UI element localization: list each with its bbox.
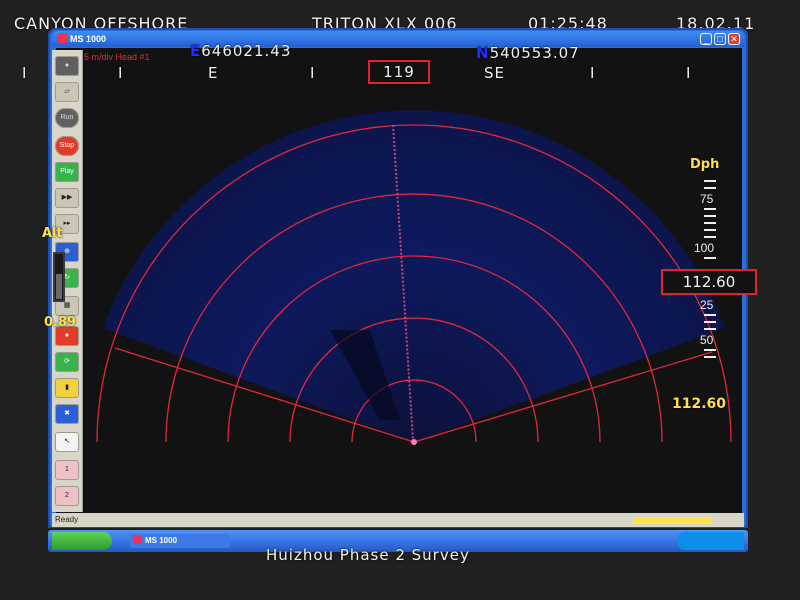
depth-scale: 75 100 <box>694 180 716 264</box>
page-icon: 2 <box>65 492 69 499</box>
eraser-button[interactable]: ▱ <box>55 82 79 102</box>
grid-icon: ▦ <box>63 302 71 309</box>
status-indicator <box>634 517 712 524</box>
depth-current-box: 112.60 <box>661 269 757 295</box>
page2-button[interactable]: 2 <box>55 486 79 506</box>
depth-tick-label: 50 <box>700 333 714 347</box>
camera-button[interactable]: ● <box>55 56 79 76</box>
page1-button[interactable]: 1 <box>55 460 79 480</box>
depth-tick <box>704 257 716 259</box>
depth-tick <box>704 314 716 316</box>
depth-scale-lower: 25 50 <box>700 298 716 363</box>
fast-forward-icon: ▶▶ <box>61 194 73 201</box>
cycle-button[interactable]: ⟳ <box>55 352 79 372</box>
start-button[interactable] <box>52 532 112 550</box>
altimeter-value: 0.89 <box>44 315 77 330</box>
taskbar-app-button[interactable]: MS 1000 <box>130 534 230 548</box>
taskbar-app-label: MS 1000 <box>145 536 178 545</box>
pointer-icon: ↖ <box>64 438 70 445</box>
depth-tick-label: 100 <box>694 241 715 255</box>
camera-icon: ● <box>64 62 70 69</box>
fast-forward-button[interactable]: ▶▶ <box>55 188 79 208</box>
depth-tick <box>704 328 716 330</box>
depth-tick <box>704 349 716 351</box>
app-icon <box>134 535 142 543</box>
play-button[interactable]: Play <box>55 162 79 182</box>
system-tray <box>678 532 744 550</box>
cycle-icon: ⟳ <box>64 358 70 365</box>
depth-tick <box>704 208 716 210</box>
run-button[interactable]: Run <box>55 108 79 128</box>
altimeter-fill <box>56 273 62 299</box>
depth-tick-label: 75 <box>700 192 714 206</box>
survey-caption: Huizhou Phase 2 Survey <box>266 546 470 564</box>
page-icon: 1 <box>65 466 69 473</box>
depth-tick-label: 25 <box>700 298 714 312</box>
depth-tick <box>704 356 716 358</box>
depth-current-value: 112.60 <box>682 273 736 291</box>
altimeter-bar <box>53 252 65 302</box>
sonar-fan <box>96 110 732 445</box>
eraser-icon: ▱ <box>64 88 70 95</box>
depth-tick <box>704 180 716 182</box>
depth-tick <box>704 321 716 323</box>
pointer-button[interactable]: ↖ <box>55 432 79 452</box>
depth-tick <box>704 215 716 217</box>
record-icon: ● <box>64 332 70 339</box>
depth-tick <box>704 229 716 231</box>
depth-label: Dph <box>690 157 720 172</box>
depth-tick <box>704 236 716 238</box>
stop-button[interactable]: Stop <box>55 136 79 156</box>
altimeter-label: Alt <box>42 226 63 241</box>
measure-button[interactable]: ▮ <box>55 378 79 398</box>
measure-icon: ▮ <box>65 384 69 391</box>
step-icon: ▸▸ <box>63 220 71 227</box>
tools-button[interactable]: ✖ <box>55 404 79 424</box>
sonar-head-marker <box>411 439 417 445</box>
depth-readout: 112.60 <box>672 396 727 412</box>
sonar-image <box>103 110 725 443</box>
depth-tick <box>704 187 716 189</box>
depth-tick <box>704 222 716 224</box>
tools-icon: ✖ <box>64 410 70 417</box>
